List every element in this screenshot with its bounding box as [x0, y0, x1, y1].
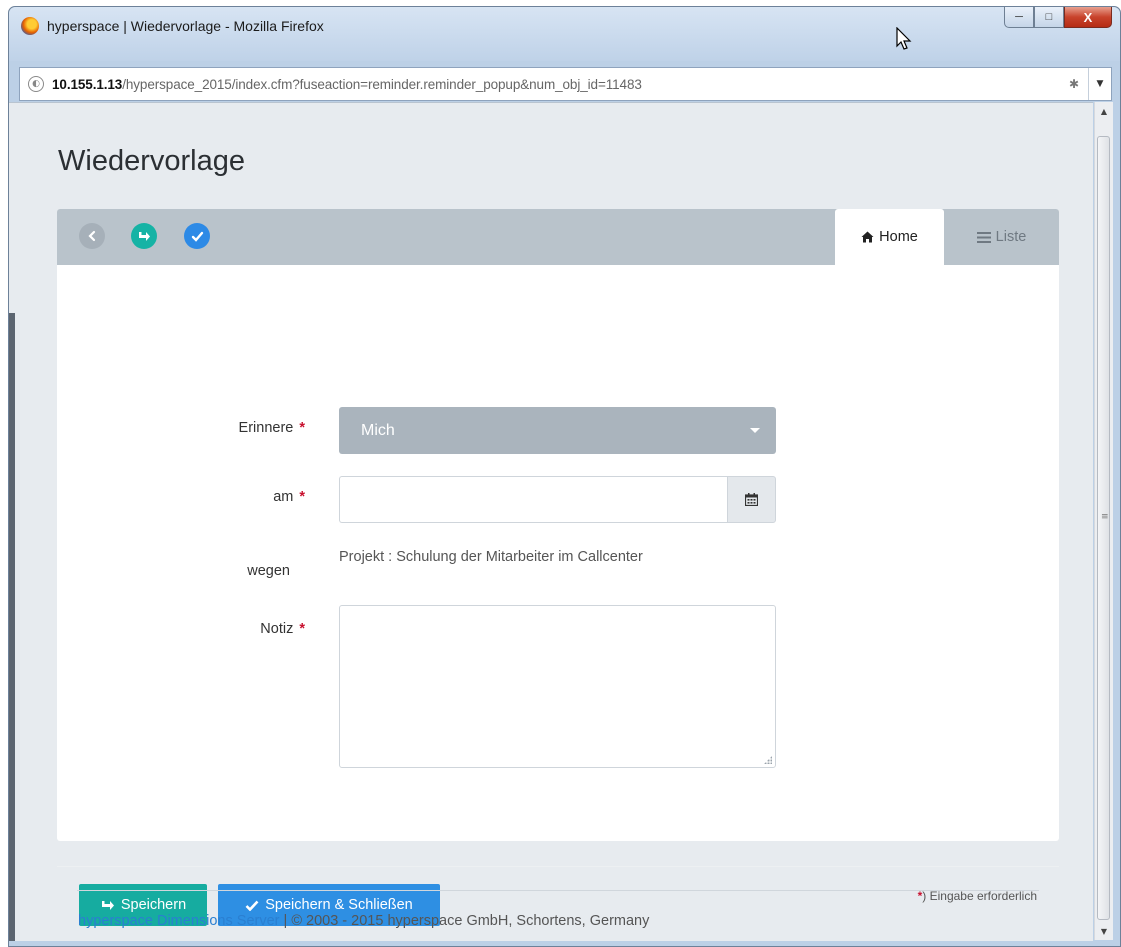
list-icon: [976, 231, 991, 243]
erinnere-select-value: Mich: [361, 421, 395, 439]
addressbar-right: ✱ ▼: [1060, 68, 1111, 100]
required-mark: *: [299, 420, 305, 436]
window-title: hyperspace | Wiedervorlage - Mozilla Fir…: [47, 18, 324, 34]
vertical-scrollbar[interactable]: ▲ ≡ ▼: [1094, 102, 1113, 940]
wegen-label: wegen: [247, 563, 290, 579]
calendar-icon: [745, 493, 758, 506]
tab-home-label: Home: [879, 229, 918, 245]
footer: hyperspace Dimensions Server | © 2003 - …: [78, 913, 649, 929]
scrollbar-thumb[interactable]: ≡: [1097, 136, 1110, 920]
globe-icon: ◐: [28, 76, 44, 92]
title-bar: hyperspace | Wiedervorlage - Mozilla Fir…: [9, 7, 1120, 61]
panel-header: Home Liste: [57, 209, 1059, 265]
scroll-down-arrow-icon[interactable]: ▼: [1095, 922, 1113, 940]
required-mark: *: [299, 489, 305, 505]
date-input[interactable]: [339, 476, 727, 523]
share-save-icon: [101, 901, 114, 910]
check-icon: [245, 900, 259, 911]
speichern-schliessen-label: Speichern & Schließen: [265, 897, 413, 913]
erinnere-label: Erinnere *: [105, 420, 305, 436]
url-path: /hyperspace_2015/index.cfm?fuseaction=re…: [122, 76, 642, 92]
calendar-button[interactable]: [727, 476, 776, 523]
grip-icon: ≡: [1101, 512, 1109, 522]
tab-home[interactable]: Home: [835, 209, 944, 265]
left-edge-shade: [9, 313, 15, 941]
tab-liste-label: Liste: [995, 229, 1027, 245]
footer-separator: |: [279, 913, 292, 929]
form-panel: Home Liste Erinnere * Mich am * wegen Pr…: [57, 209, 1059, 926]
notiz-textarea[interactable]: [339, 605, 776, 768]
page-viewport: Wiedervorlage Home Liste Erinnere * Mich…: [9, 102, 1093, 941]
back-button[interactable]: [79, 223, 105, 249]
close-button[interactable]: X: [1064, 7, 1112, 28]
check-icon: [191, 231, 203, 242]
am-label: am *: [105, 489, 305, 505]
erinnere-select[interactable]: Mich: [339, 407, 776, 454]
maximize-button[interactable]: □: [1034, 7, 1064, 28]
scroll-up-arrow-icon[interactable]: ▲: [1095, 102, 1113, 120]
speichern-label: Speichern: [120, 897, 187, 913]
required-mark: *: [299, 621, 305, 637]
erinnere-label-text: Erinnere: [238, 420, 294, 436]
resize-grip-icon[interactable]: [764, 756, 772, 764]
address-bar[interactable]: ◐ 10.155.1.13/hyperspace_2015/index.cfm?…: [19, 67, 1112, 101]
required-note: *) Eingabe erforderlich: [918, 889, 1037, 903]
notiz-label-text: Notiz: [260, 621, 294, 637]
back-icon: [88, 230, 96, 242]
url-text[interactable]: 10.155.1.13/hyperspace_2015/index.cfm?fu…: [52, 77, 642, 92]
minimize-button[interactable]: ─: [1004, 7, 1034, 28]
caret-down-icon: [750, 428, 760, 433]
save-close-round-button[interactable]: [184, 223, 210, 249]
tab-liste[interactable]: Liste: [944, 209, 1059, 265]
notiz-label: Notiz *: [105, 621, 305, 637]
am-label-text: am: [273, 489, 294, 505]
footer-divider: [77, 890, 1039, 891]
page-title: Wiedervorlage: [58, 145, 245, 177]
save-round-button[interactable]: [131, 223, 157, 249]
share-save-icon: [139, 232, 150, 241]
url-host: 10.155.1.13: [52, 76, 123, 92]
footer-link[interactable]: hyperspace Dimensions Server: [78, 913, 279, 929]
required-note-text: ) Eingabe erforderlich: [922, 889, 1037, 903]
window-controls: ─ □ X: [1004, 7, 1112, 29]
panel-divider: [57, 866, 1059, 867]
footer-copyright: © 2003 - 2015 hyperspace GmbH, Schortens…: [291, 913, 650, 929]
wegen-value: Projekt : Schulung der Mitarbeiter im Ca…: [339, 549, 643, 565]
mouse-cursor-icon: [896, 27, 912, 50]
firefox-logo-icon: [21, 17, 39, 35]
plugin-icon[interactable]: ✱: [1060, 77, 1088, 91]
home-icon: [861, 231, 874, 243]
dropdown-arrow-icon[interactable]: ▼: [1088, 68, 1111, 100]
